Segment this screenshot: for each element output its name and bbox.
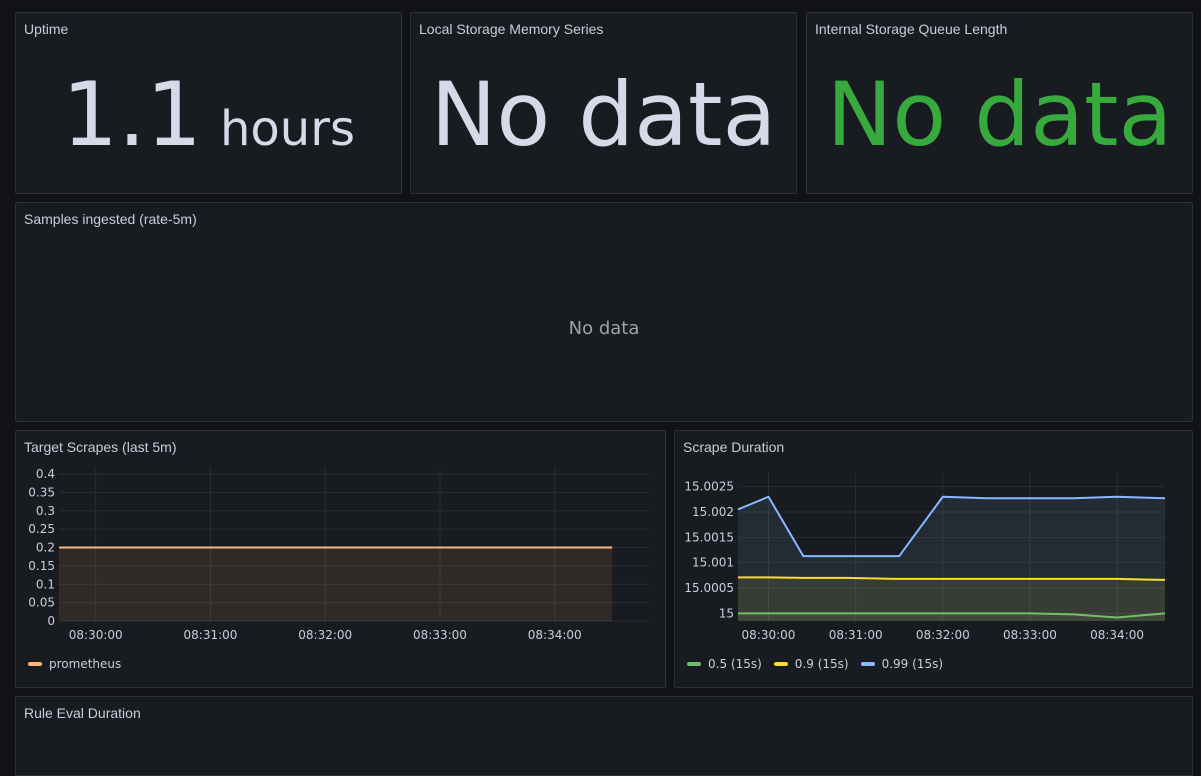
x-tick-label: 08:30:00	[69, 628, 123, 642]
panel-title[interactable]: Uptime	[24, 21, 68, 37]
legend-item-p50[interactable]: 0.5 (15s)	[687, 657, 762, 671]
legend-label: 0.5 (15s)	[708, 657, 762, 671]
target-scrapes-panel: Target Scrapes (last 5m) 0.4 0.35 0.3 0.25 0…	[15, 430, 666, 688]
y-tick-label: 15.0025	[684, 480, 734, 494]
y-tick-label: 0.2	[36, 541, 55, 555]
local-storage-panel: Local Storage Memory Series No data	[410, 12, 797, 194]
series-area-0	[59, 547, 613, 621]
panel-title[interactable]: Rule Eval Duration	[24, 705, 141, 721]
panel-title[interactable]: Local Storage Memory Series	[419, 21, 603, 37]
no-data-message: No data	[568, 318, 640, 339]
y-tick-label: 0.05	[28, 596, 55, 610]
y-tick-label: 0.4	[36, 467, 55, 481]
legend-swatch	[773, 662, 788, 666]
legend: 0.5 (15s) 0.9 (15s) 0.99 (15s)	[687, 657, 943, 671]
y-tick-label: 0	[47, 614, 55, 628]
legend-label: prometheus	[49, 657, 122, 671]
panel-title[interactable]: Scrape Duration	[683, 439, 784, 455]
x-tick-label: 08:33:00	[1003, 628, 1057, 642]
y-tick-label: 0.1	[36, 577, 55, 591]
local-storage-value: No data	[430, 63, 777, 166]
y-tick-label: 0.35	[28, 485, 55, 499]
y-tick-label: 15	[719, 606, 734, 620]
legend: prometheus	[28, 657, 121, 671]
legend-swatch	[28, 662, 42, 666]
y-tick-label: 0.15	[28, 559, 55, 573]
legend-label: 0.99 (15s)	[881, 657, 944, 671]
x-tick-label: 08:30:00	[742, 628, 796, 642]
uptime-stat: 1.1 hours	[16, 71, 401, 159]
y-tick-label: 0.3	[36, 504, 55, 518]
x-tick-label: 08:34:00	[528, 628, 582, 642]
samples-panel: Samples ingested (rate-5m) No data	[15, 202, 1193, 422]
y-tick-label: 15.001	[692, 556, 734, 570]
legend-swatch	[687, 662, 701, 666]
x-tick-label: 08:32:00	[916, 628, 970, 642]
scrape-duration-panel: Scrape Duration 15.0025 15.002 15.0015 15.0…	[674, 430, 1193, 688]
y-tick-label: 15.0015	[684, 530, 734, 544]
panel-title[interactable]: Internal Storage Queue Length	[815, 21, 1007, 37]
uptime-value: 1.1	[62, 63, 202, 166]
legend-swatch	[860, 662, 875, 666]
uptime-unit: hours	[220, 101, 355, 157]
series-area-2	[738, 496, 1165, 621]
x-tick-label: 08:34:00	[1090, 628, 1144, 642]
scrape-duration-chart[interactable]: 15.0025 15.002 15.0015 15.001 15.0005 15 08:30…	[675, 467, 1192, 667]
x-tick-label: 08:32:00	[298, 628, 352, 642]
x-tick-label: 08:31:00	[184, 628, 238, 642]
y-tick-label: 15.002	[692, 505, 734, 519]
legend-label: 0.9 (15s)	[794, 657, 849, 671]
x-tick-label: 08:31:00	[829, 628, 883, 642]
panel-title[interactable]: Samples ingested (rate-5m)	[24, 211, 197, 227]
y-tick-label: 15.0005	[684, 581, 734, 595]
uptime-panel: Uptime 1.1 hours	[15, 12, 402, 194]
legend-item-p99[interactable]: 0.99 (15s)	[860, 657, 944, 671]
panel-title[interactable]: Target Scrapes (last 5m)	[24, 439, 177, 455]
x-tick-label: 08:33:00	[413, 628, 467, 642]
y-tick-label: 0.25	[28, 522, 55, 536]
rule-eval-panel: Rule Eval Duration	[15, 696, 1193, 776]
target-scrapes-chart[interactable]: 0.4 0.35 0.3 0.25 0.2 0.15 0.1 0.05 0 08:30:00 08:…	[16, 467, 665, 667]
legend-item-p90[interactable]: 0.9 (15s)	[773, 657, 849, 671]
internal-queue-value: No data	[826, 63, 1173, 166]
internal-queue-panel: Internal Storage Queue Length No data	[806, 12, 1193, 194]
legend-item-prometheus[interactable]: prometheus	[28, 657, 121, 671]
